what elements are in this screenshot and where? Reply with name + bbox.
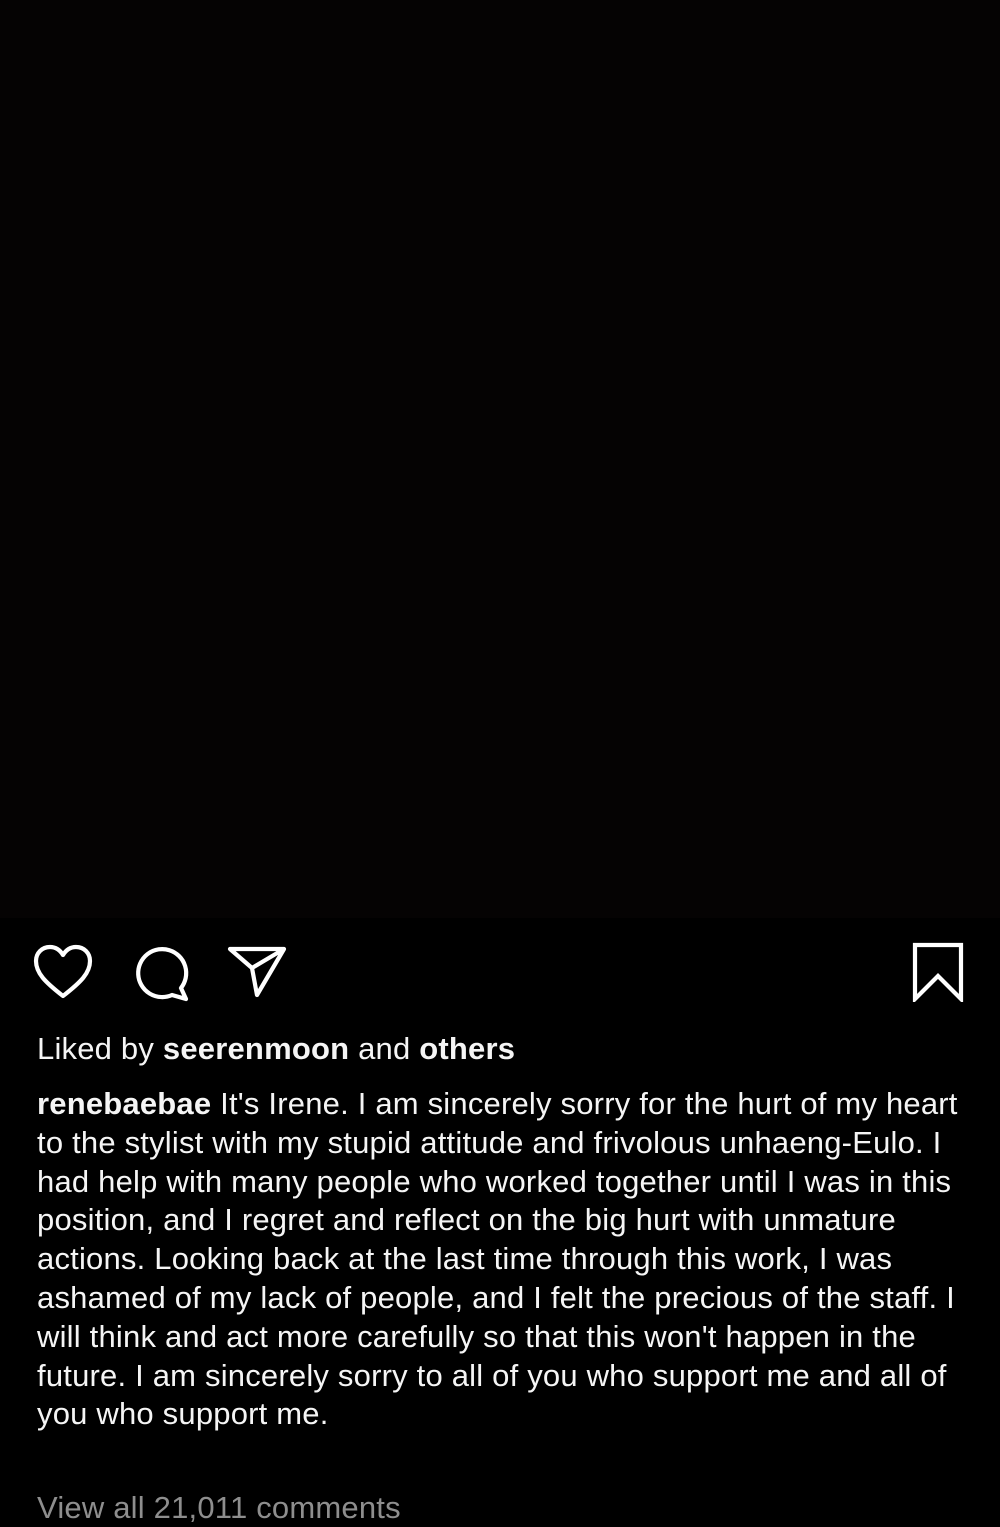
comment-bubble-icon[interactable] (131, 944, 191, 1002)
liked-by-connector: and (358, 1031, 411, 1066)
post-action-bar (0, 918, 1000, 1018)
caption-username[interactable]: renebaebae (37, 1086, 211, 1121)
liked-by-others[interactable]: others (419, 1031, 515, 1066)
liked-by-line[interactable]: Liked by seerenmoon and others (37, 1030, 515, 1068)
paper-plane-icon[interactable] (226, 944, 288, 1000)
post-caption: renebaebae It's Irene. I am sincerely so… (37, 1085, 967, 1434)
caption-text: It's Irene. I am sincerely sorry for the… (37, 1086, 958, 1432)
liked-by-username[interactable]: seerenmoon (163, 1031, 349, 1066)
bookmark-icon[interactable] (910, 942, 966, 1002)
heart-icon[interactable] (33, 944, 93, 1000)
post-image[interactable] (0, 0, 1000, 918)
liked-by-prefix: Liked by (37, 1031, 155, 1066)
view-all-comments-link[interactable]: View all 21,011 comments (37, 1489, 401, 1527)
